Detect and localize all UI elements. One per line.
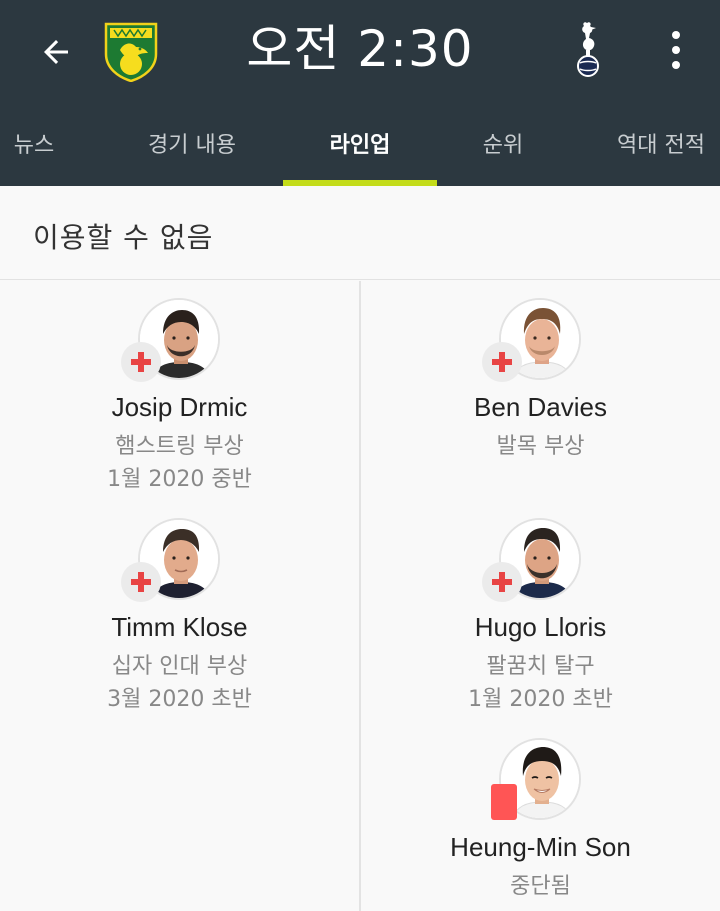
more-options-button[interactable]: [652, 24, 700, 76]
player-name: Ben Davies: [474, 392, 607, 422]
column-divider: [359, 281, 361, 911]
arrow-left-icon: [44, 40, 68, 64]
home-team-crest-icon[interactable]: [102, 20, 160, 83]
player-name: Hugo Lloris: [474, 612, 607, 642]
match-kickoff-time: 오전 2:30: [246, 20, 474, 78]
expected-return: 3월 2020 초반: [107, 687, 252, 712]
injury-cross-icon: [482, 562, 522, 602]
section-title: 이용할 수 없음: [33, 221, 214, 254]
injury-type: 발목 부상: [496, 434, 585, 459]
injury-cross-icon: [121, 342, 161, 382]
match-header: 오전 2:30 뉴스 경기 내용 라인업 순위 역대 전적: [0, 0, 720, 186]
suspension-status: 중단됨: [510, 874, 571, 899]
injury-type: 햄스트링 부상: [115, 434, 244, 459]
away-team-crest-icon[interactable]: [570, 20, 606, 82]
match-tabs: 뉴스 경기 내용 라인업 순위 역대 전적: [0, 108, 720, 186]
red-card-icon: [491, 784, 517, 820]
more-vertical-icon: [672, 31, 680, 39]
injury-cross-icon: [482, 342, 522, 382]
injury-type: 팔꿈치 탈구: [486, 654, 595, 679]
tab-news[interactable]: 뉴스: [0, 108, 76, 186]
tab-lineup[interactable]: 라인업: [283, 108, 437, 186]
expected-return: 1월 2020 초반: [468, 687, 613, 712]
expected-return: 1월 2020 중반: [107, 467, 252, 492]
player-name: Josip Drmic: [111, 392, 248, 422]
tab-match-details[interactable]: 경기 내용: [120, 108, 264, 186]
player-name: Timm Klose: [111, 612, 248, 642]
unavailable-section-header: 이용할 수 없음: [0, 186, 720, 280]
back-button[interactable]: [28, 24, 84, 80]
match-screen: 오전 2:30 뉴스 경기 내용 라인업 순위 역대 전적 이용할 수 없음 J…: [0, 0, 720, 911]
tab-standings[interactable]: 순위: [456, 108, 550, 186]
injury-cross-icon: [121, 562, 161, 602]
injury-type: 십자 인대 부상: [111, 654, 248, 679]
tab-head-to-head[interactable]: 역대 전적: [602, 108, 720, 186]
top-app-bar: 오전 2:30: [0, 0, 720, 100]
player-name: Heung-Min Son: [450, 832, 631, 862]
